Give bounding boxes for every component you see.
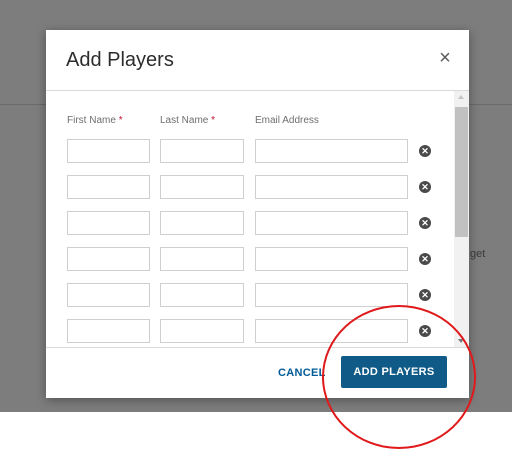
first-name-input[interactable] [67,211,150,235]
scroll-up-icon[interactable] [458,95,464,99]
dialog-body: First Name * Last Name * Email Address ✕… [46,91,469,347]
scroll-down-icon[interactable] [458,339,464,343]
last-name-input[interactable] [160,211,244,235]
first-name-input[interactable] [67,319,150,343]
dialog-footer: CANCEL ADD PLAYERS [46,347,469,399]
email-input[interactable] [255,247,408,271]
email-input[interactable] [255,319,408,343]
first-name-input[interactable] [67,139,150,163]
first-name-header: First Name * [67,115,123,126]
remove-row-icon[interactable]: ✕ [419,325,431,337]
scrollbar-thumb[interactable] [455,107,468,237]
first-name-input[interactable] [67,247,150,271]
first-name-input[interactable] [67,283,150,307]
email-header: Email Address [255,115,319,126]
last-name-input[interactable] [160,247,244,271]
dialog-title: Add Players [66,49,174,71]
last-name-input[interactable] [160,139,244,163]
add-players-button[interactable]: ADD PLAYERS [341,356,447,388]
remove-row-icon[interactable]: ✕ [419,145,431,157]
remove-row-icon[interactable]: ✕ [419,217,431,229]
cancel-button[interactable]: CANCEL [278,367,326,379]
remove-row-icon[interactable]: ✕ [419,253,431,265]
last-name-input[interactable] [160,283,244,307]
email-input[interactable] [255,175,408,199]
last-name-input[interactable] [160,319,244,343]
email-input[interactable] [255,139,408,163]
required-marker: * [211,115,216,126]
email-input[interactable] [255,283,408,307]
add-players-dialog: Add Players × First Name * Last Name * E… [46,30,469,398]
required-marker: * [118,115,123,126]
backdrop-partial-text: get [470,248,486,260]
last-name-header: Last Name * [160,115,216,126]
close-icon[interactable]: × [435,48,455,68]
remove-row-icon[interactable]: ✕ [419,289,431,301]
first-name-input[interactable] [67,175,150,199]
dialog-header: Add Players × [46,30,469,91]
last-name-input[interactable] [160,175,244,199]
email-input[interactable] [255,211,408,235]
remove-row-icon[interactable]: ✕ [419,181,431,193]
dialog-scrollbar[interactable] [454,91,469,347]
